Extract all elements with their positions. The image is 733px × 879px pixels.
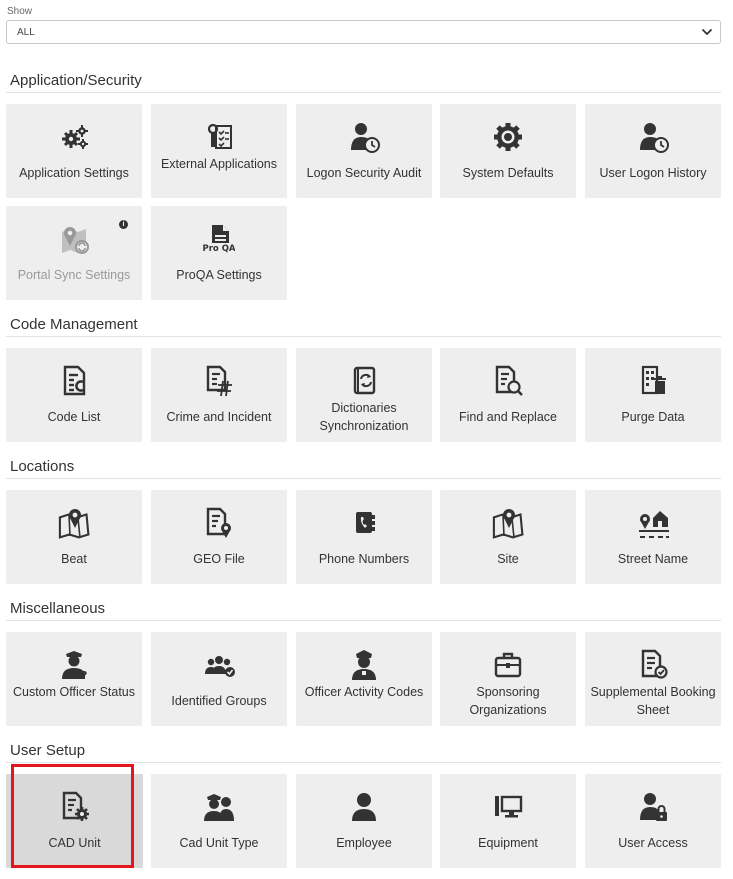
map-sync-icon: [56, 220, 92, 258]
svg-text:?: ?: [81, 669, 87, 682]
tile-label: Sponsoring Organizations: [469, 685, 547, 717]
show-select[interactable]: ALL: [6, 20, 721, 44]
group-check-icon: [201, 646, 237, 684]
section-divider: [6, 336, 721, 337]
tile-label: Officer Activity Codes: [304, 685, 424, 699]
tile-label: System Defaults: [462, 166, 554, 180]
section-title-code-management: Code Management: [10, 316, 138, 333]
tile-phone-numbers[interactable]: Phone Numbers: [296, 490, 432, 584]
tile-equipment[interactable]: Equipment: [440, 774, 576, 868]
tile-label: Equipment: [478, 836, 538, 850]
tile-label: ProQA Settings: [176, 268, 262, 282]
tile-label: Employee: [336, 836, 392, 850]
section-divider: [6, 92, 721, 93]
tile-supplemental-booking-sheet[interactable]: Supplemental Booking Sheet: [585, 632, 721, 726]
gears-icon: [56, 118, 92, 156]
tile-dictionaries-synchronization[interactable]: Dictionaries Synchronization: [296, 348, 432, 442]
tile-label: Purge Data: [621, 410, 685, 424]
tile-label: GEO File: [193, 552, 245, 566]
tile-code-list[interactable]: Code List: [6, 348, 142, 442]
section-title-application-security: Application/Security: [10, 72, 142, 89]
tile-beat[interactable]: Beat: [6, 490, 142, 584]
document-hash-icon: [201, 362, 237, 400]
tile-application-settings[interactable]: Application Settings: [6, 104, 142, 198]
officer-icon: [346, 646, 382, 684]
document-search-icon: [490, 362, 526, 400]
section-divider: [6, 478, 721, 479]
tile-label: Cad Unit Type: [179, 836, 259, 850]
tile-label: Dictionaries Synchronization: [319, 401, 409, 433]
section-divider: [6, 620, 721, 621]
tile-user-logon-history[interactable]: User Logon History: [585, 104, 721, 198]
tile-label: Find and Replace: [459, 410, 557, 424]
tile-label: Identified Groups: [171, 694, 267, 708]
tile-label: User Access: [618, 836, 688, 850]
tile-label: External Applications: [160, 157, 278, 171]
tile-label: Beat: [61, 552, 87, 566]
tile-employee[interactable]: Employee: [296, 774, 432, 868]
tile-external-applications[interactable]: External Applications: [151, 104, 287, 198]
tile-system-defaults[interactable]: System Defaults: [440, 104, 576, 198]
briefcase-icon: [490, 646, 526, 684]
section-divider: [6, 762, 721, 763]
tile-officer-activity-codes[interactable]: Officer Activity Codes: [296, 632, 432, 726]
tile-cad-unit-type[interactable]: Cad Unit Type: [151, 774, 287, 868]
document-check-icon: [635, 646, 671, 684]
user-clock-icon: [346, 118, 382, 156]
tile-label: Street Name: [617, 552, 689, 566]
user-lock-icon: [635, 788, 671, 826]
tile-geo-file[interactable]: GEO File: [151, 490, 287, 584]
chevron-down-icon: [702, 29, 712, 35]
officer-question-icon: ?: [56, 646, 92, 684]
document-gear-icon: [57, 788, 93, 826]
tile-purge-data[interactable]: Purge Data: [585, 348, 721, 442]
phone-book-icon: [346, 504, 382, 542]
tile-portal-sync-settings: i Portal Sync Settings: [6, 206, 142, 300]
computer-icon: [490, 788, 526, 826]
tile-label: CAD Unit: [48, 836, 101, 850]
gear-icon: [490, 118, 526, 156]
tile-cad-unit[interactable]: CAD Unit: [6, 774, 143, 868]
tile-label: Application Settings: [19, 166, 129, 180]
tile-custom-officer-status[interactable]: ? Custom Officer Status: [6, 632, 142, 726]
tile-logon-security-audit[interactable]: Logon Security Audit: [296, 104, 432, 198]
document-pin-icon: [201, 504, 237, 542]
show-select-value: ALL: [17, 27, 35, 38]
user-clock-icon: [635, 118, 671, 156]
officer-pair-icon: [201, 788, 237, 826]
section-title-user-setup: User Setup: [10, 742, 86, 759]
tile-find-and-replace[interactable]: Find and Replace: [440, 348, 576, 442]
section-title-miscellaneous: Miscellaneous: [10, 600, 106, 617]
building-trash-icon: [635, 362, 671, 400]
map-pin-icon: [56, 504, 92, 542]
info-icon[interactable]: i: [119, 220, 128, 229]
svg-text:Pro QA: Pro QA: [203, 244, 235, 254]
tile-proqa-settings[interactable]: Pro QA ProQA Settings: [151, 206, 287, 300]
document-c-icon: [56, 362, 92, 400]
tile-label: Logon Security Audit: [306, 166, 422, 180]
section-title-locations: Locations: [10, 458, 75, 475]
tile-label: Custom Officer Status: [12, 685, 136, 699]
tile-label: Portal Sync Settings: [17, 268, 131, 282]
tile-label: Crime and Incident: [166, 410, 272, 424]
tile-sponsoring-organizations[interactable]: Sponsoring Organizations: [440, 632, 576, 726]
user-icon: [346, 788, 382, 826]
proqa-document-icon: Pro QA: [201, 220, 237, 258]
tile-label: User Logon History: [599, 166, 707, 180]
tile-label: Code List: [47, 410, 101, 424]
map-pin-icon: [490, 504, 526, 542]
tile-label: Supplemental Booking Sheet: [590, 685, 716, 717]
tile-crime-and-incident[interactable]: Crime and Incident: [151, 348, 287, 442]
tile-label: Phone Numbers: [318, 552, 410, 566]
tile-site[interactable]: Site: [440, 490, 576, 584]
tile-user-access[interactable]: User Access: [585, 774, 721, 868]
house-street-icon: [635, 504, 671, 542]
show-label: Show: [7, 6, 33, 17]
tile-identified-groups[interactable]: Identified Groups: [151, 632, 287, 726]
id-badge-checklist-icon: [201, 118, 237, 156]
tile-street-name[interactable]: Street Name: [585, 490, 721, 584]
tile-label: Site: [497, 552, 519, 566]
book-sync-icon: [346, 362, 382, 400]
